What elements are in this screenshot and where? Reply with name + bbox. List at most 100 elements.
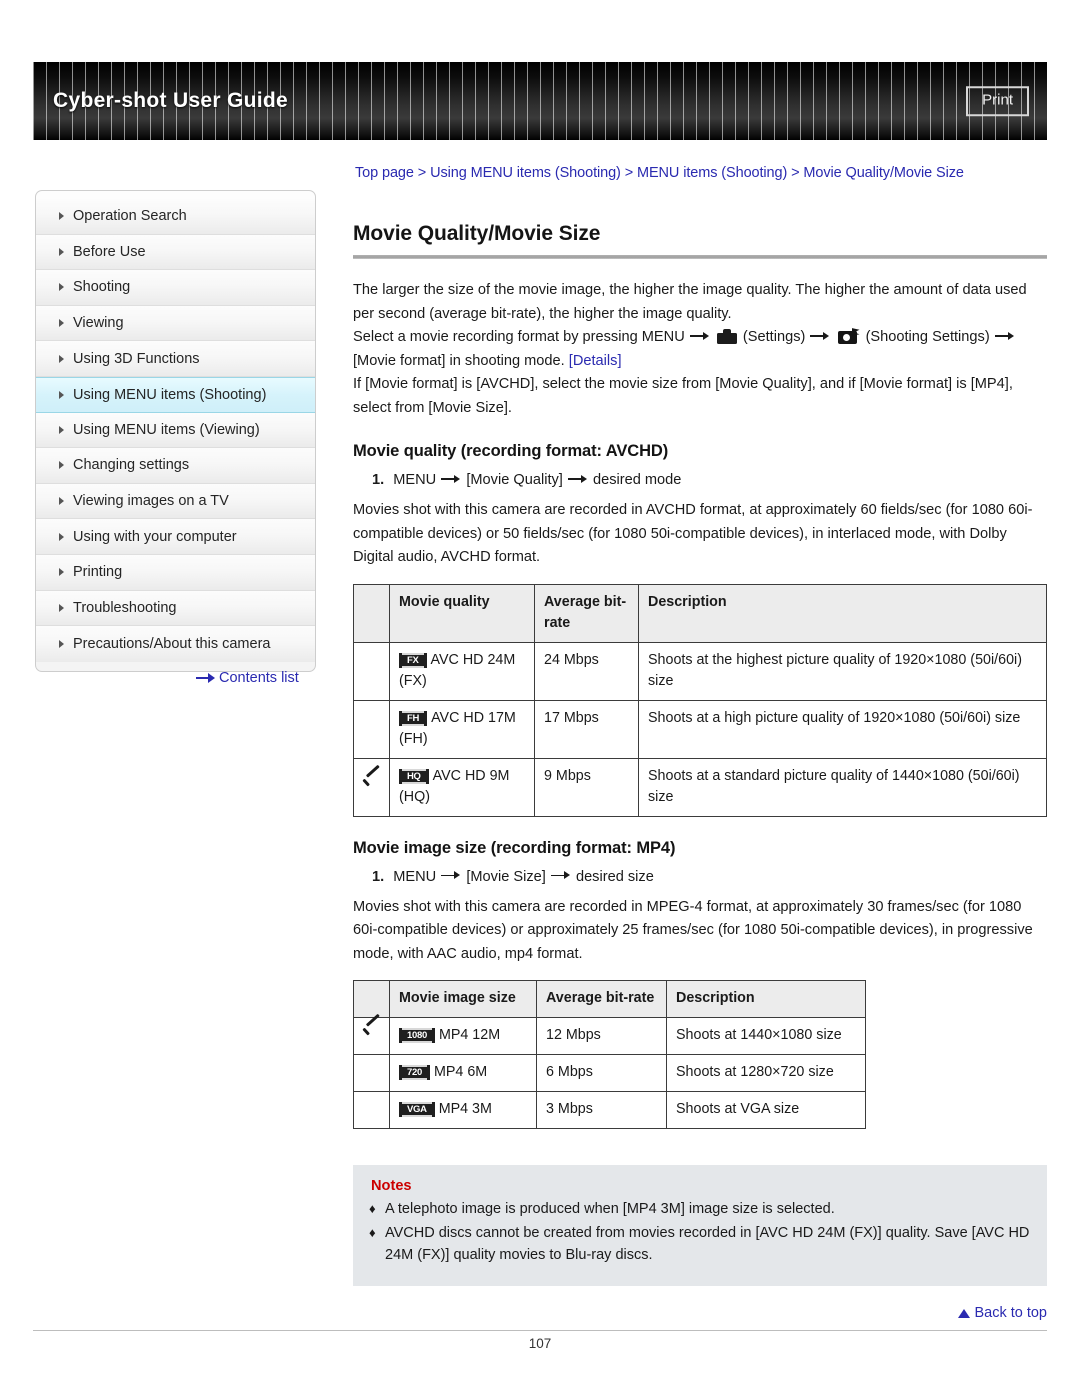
avchd-step-1: 1. MENU [Movie Quality] desired mode	[372, 469, 1047, 492]
sidebar-item-viewing-images-on-a-tv[interactable]: Viewing images on a TV	[36, 483, 315, 520]
table-row[interactable]: FH AVC HD 17M (FH) 17 Mbps Shoots at a hi…	[353, 699, 1047, 759]
contents-list-link[interactable]: Contents list	[196, 670, 299, 686]
arrow-right-icon	[689, 330, 711, 342]
checkmark-icon	[360, 1022, 384, 1044]
intro-text-c: (Shooting Settings)	[865, 329, 990, 345]
step-text-b: [Movie Quality]	[466, 472, 563, 488]
breadcrumb[interactable]: Top page > Using MENU items (Shooting) >…	[355, 165, 1055, 181]
chevron-right-icon	[59, 568, 64, 577]
page-header-title: Cyber-shot User Guide	[53, 89, 289, 112]
table-row[interactable]: 1080 MP4 12M 12 Mbps Shoots at 1440×1080 …	[353, 1017, 866, 1055]
chevron-right-icon	[59, 283, 64, 292]
intro-text-b: (Settings)	[742, 329, 806, 345]
page-header-banner: Cyber-shot User Guide Print	[33, 62, 1047, 140]
sidebar-item-shooting[interactable]: Shooting	[36, 270, 315, 306]
sidebar-item-label: Changing settings	[73, 457, 190, 474]
sidebar-item-before-use[interactable]: Before Use	[36, 234, 315, 271]
sidebar-item-label: Operation Search	[73, 208, 187, 225]
sidebar-item-using-menu-items-shooting[interactable]: Using MENU items (Shooting)	[36, 376, 315, 413]
sidebar-item-changing-settings[interactable]: Changing settings	[36, 448, 315, 484]
selected-indicator-cell	[353, 1054, 390, 1092]
cell-bitrate: 9 Mbps	[534, 757, 639, 817]
column-header-description: Description	[638, 583, 1047, 643]
sidebar-item-using-3d-functions[interactable]: Using 3D Functions	[36, 341, 315, 377]
intro-paragraph-2: Select a movie recording format by press…	[353, 326, 1047, 373]
camera-shooting-icon	[837, 328, 860, 344]
column-header-movie-image-size: Movie image size	[389, 980, 537, 1018]
note-item: ♦ A telephoto image is produced when [MP…	[369, 1198, 1031, 1221]
sidebar-item-label: Before Use	[73, 243, 146, 260]
notes-box: Notes ♦ A telephoto image is produced wh…	[353, 1165, 1047, 1286]
selected-indicator-cell	[353, 1017, 390, 1055]
table-row[interactable]: 720 MP4 6M 6 Mbps Shoots at 1280×720 size	[353, 1054, 866, 1092]
chevron-right-icon	[59, 212, 64, 221]
arrow-right-icon	[567, 473, 589, 485]
sidebar-item-viewing[interactable]: Viewing	[36, 305, 315, 342]
step-text-c: desired size	[575, 868, 654, 885]
cell-movie-image-size: 1080 MP4 12M	[389, 1017, 537, 1055]
size-vga-badge: VGA	[399, 1102, 435, 1117]
sidebar-item-label: Using 3D Functions	[73, 350, 200, 367]
size-720-badge: 720	[399, 1065, 430, 1080]
cell-movie-quality: FX AVC HD 24M (FX)	[389, 641, 535, 701]
cell-description: Shoots at a high picture quality of 1920…	[638, 699, 1047, 759]
toolbox-settings-icon	[716, 329, 737, 344]
sidebar-item-label: Using MENU items (Viewing)	[73, 421, 260, 438]
print-button[interactable]: Print	[966, 86, 1029, 116]
table-row[interactable]: HQ AVC HD 9M (HQ) 9 Mbps Shoots at a stan…	[353, 757, 1047, 817]
table-row[interactable]: FX AVC HD 24M (FX) 24 Mbps Shoots at the …	[353, 641, 1047, 701]
chevron-right-icon	[59, 603, 64, 612]
arrow-right-icon	[440, 473, 462, 485]
details-link[interactable]: [Details]	[569, 353, 622, 369]
cell-bitrate: 24 Mbps	[534, 641, 639, 701]
sidebar-item-label: Using with your computer	[73, 528, 237, 545]
step-text-c: desired mode	[592, 472, 682, 488]
table-header-row: Movie image size Average bit-rate Descri…	[353, 980, 866, 1018]
chevron-right-icon	[59, 532, 64, 541]
sidebar-item-precautions-about-this-camera[interactable]: Precautions/About this camera	[36, 626, 315, 662]
note-text: A telephoto image is produced when [MP4 …	[385, 1201, 835, 1217]
sidebar-item-operation-search[interactable]: Operation Search	[36, 199, 315, 235]
chevron-right-icon	[59, 639, 64, 648]
table-row[interactable]: VGA MP4 3M 3 Mbps Shoots at VGA size	[353, 1091, 866, 1129]
sidebar-item-using-with-your-computer[interactable]: Using with your computer	[36, 519, 315, 555]
sidebar-item-label: Viewing	[73, 315, 124, 332]
selected-indicator-cell	[353, 757, 390, 817]
sidebar-navigation: Operation Search Before Use Shooting Vie…	[35, 190, 316, 672]
cell-movie-quality: HQ AVC HD 9M (HQ)	[389, 757, 535, 817]
selected-indicator-cell	[353, 699, 390, 759]
chevron-right-icon	[59, 497, 64, 506]
selected-indicator-cell	[353, 641, 390, 701]
step-number: 1.	[372, 472, 385, 488]
sidebar-item-using-menu-items-viewing[interactable]: Using MENU items (Viewing)	[36, 412, 315, 449]
sidebar-item-printing[interactable]: Printing	[36, 554, 315, 591]
chevron-right-icon	[59, 354, 64, 363]
cell-description: Shoots at the highest picture quality of…	[638, 641, 1047, 701]
fh-quality-badge: FH	[399, 710, 428, 726]
chevron-right-icon	[59, 461, 64, 470]
back-to-top-link[interactable]: Back to top	[958, 1305, 1047, 1321]
avchd-section-heading: Movie quality (recording format: AVCHD)	[353, 442, 669, 460]
chevron-right-icon	[59, 390, 64, 399]
chevron-right-icon	[59, 425, 64, 434]
sidebar-item-label: Shooting	[73, 279, 131, 296]
sidebar-item-label: Precautions/About this camera	[73, 635, 271, 652]
note-text: AVCHD discs cannot be created from movie…	[385, 1224, 1030, 1264]
back-to-top-label: Back to top	[974, 1305, 1047, 1321]
bullet-icon: ♦	[369, 1201, 376, 1216]
step-text-a: MENU	[393, 868, 437, 885]
sidebar-item-troubleshooting[interactable]: Troubleshooting	[36, 590, 315, 627]
cell-bitrate: 17 Mbps	[534, 699, 639, 759]
sidebar-item-label: Using MENU items (Shooting)	[73, 386, 267, 403]
cell-description: Shoots at VGA size	[666, 1091, 866, 1129]
sidebar-item-label: Viewing images on a TV	[73, 493, 229, 510]
step-text-a: MENU	[393, 472, 437, 488]
intro-paragraph-1: The larger the size of the movie image, …	[353, 282, 1027, 322]
mp4-section-heading: Movie image size (recording format: MP4)	[353, 838, 676, 857]
size-label: MP4 12M	[438, 1027, 501, 1043]
column-header-selected	[353, 980, 390, 1018]
bullet-icon: ♦	[369, 1224, 376, 1240]
note-item: ♦ AVCHD discs cannot be created from mov…	[369, 1222, 1031, 1267]
cell-movie-image-size: 720 MP4 6M	[389, 1054, 537, 1092]
contents-list-label: Contents list	[219, 670, 299, 686]
